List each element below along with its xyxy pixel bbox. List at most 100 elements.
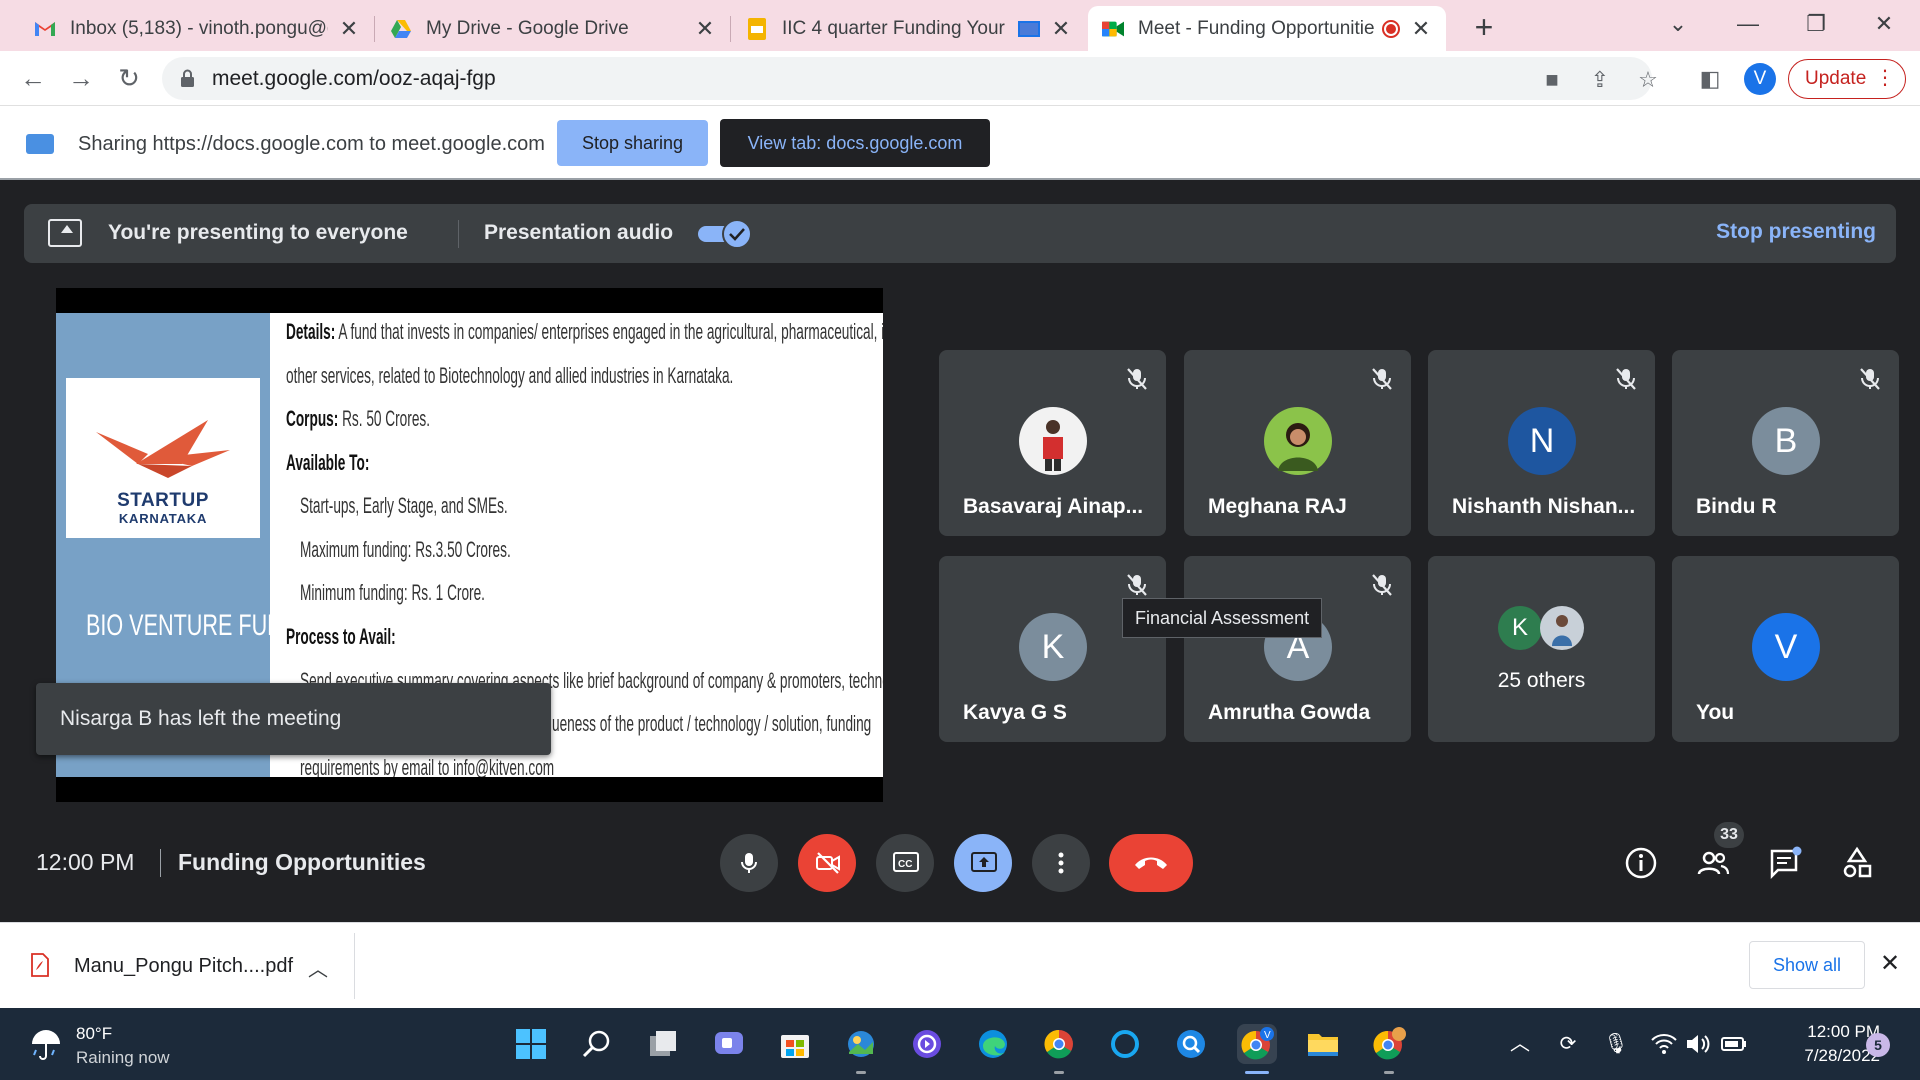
slide-line: Process to Avail: [286,624,396,649]
meet-icon [1102,18,1124,40]
chevron-up-icon[interactable]: ︿ [1506,1030,1534,1058]
stop-sharing-button[interactable]: Stop sharing [557,120,708,166]
present-screen-icon [971,852,997,872]
profile-avatar[interactable]: V [1744,63,1776,95]
participant-tile[interactable]: K 25 others [1428,556,1655,742]
people-icon[interactable] [1696,846,1730,880]
participant-tile[interactable]: N Nishanth Nishan... [1428,350,1655,536]
browser-toolbar: ← → ↻ meet.google.com/ooz-aqaj-fgp ■ ⇪ ☆… [0,51,1920,106]
avatar: B [1752,407,1820,475]
participant-tile[interactable]: V You [1672,556,1899,742]
meeting-title: Funding Opportunities [178,849,426,875]
show-all-downloads-button[interactable]: Show all [1749,941,1865,989]
microphone-button[interactable] [720,834,778,892]
weather-temperature: 80°F [76,1024,113,1043]
leave-call-button[interactable] [1109,834,1193,892]
present-now-button[interactable] [954,834,1012,892]
url-text: meet.google.com/ooz-aqaj-fgp [212,67,496,90]
notification-badge[interactable]: 5 [1866,1033,1890,1057]
kebab-menu-icon[interactable]: ⋮ [1875,60,1895,97]
new-tab-button[interactable]: + [1466,10,1502,46]
toggle-knob [722,219,752,249]
tooltip: Financial Assessment [1122,598,1323,638]
screen-share-indicator-icon [1018,20,1040,37]
divider [160,849,161,877]
bookmark-star-icon[interactable]: ☆ [1634,66,1662,94]
captions-button[interactable]: CC [876,834,934,892]
view-tab-button[interactable]: View tab: docs.google.com [720,119,990,167]
close-icon[interactable]: ✕ [338,16,360,42]
close-icon[interactable]: ✕ [694,16,716,42]
taskbar-clock-time[interactable]: 12:00 PM [1770,1022,1880,1042]
presentation-audio-toggle[interactable] [698,219,752,249]
participant-tile[interactable]: B Bindu R [1672,350,1899,536]
meeting-details-icon[interactable] [1624,846,1658,880]
minimize-icon[interactable]: — [1728,6,1768,42]
google-search-app-icon[interactable] [1171,1024,1211,1064]
chrome-profile-icon[interactable] [1369,1024,1409,1074]
participant-tile[interactable]: Meghana RAJ [1184,350,1411,536]
reload-icon[interactable]: ↻ [110,59,148,97]
windows-taskbar: 80°F Raining now V ︿ ⟳ 🎙 12:00 PM 7/28/2… [0,1008,1920,1080]
search-icon[interactable] [577,1024,617,1064]
mic-off-icon [1127,368,1147,390]
presenting-bar: You're presenting to everyone Presentati… [24,204,1896,263]
edge-browser-icon[interactable] [973,1024,1013,1064]
tab-divider [730,16,731,42]
microsoft-store-icon[interactable] [775,1024,815,1064]
photos-app-icon[interactable] [841,1024,881,1074]
rain-weather-icon[interactable] [28,1026,64,1062]
task-view-icon[interactable] [643,1024,683,1064]
restore-icon[interactable]: ❐ [1796,6,1836,42]
chat-icon[interactable] [1768,846,1802,880]
tab-gmail[interactable]: Inbox (5,183) - vinoth.pongu@gmail.com ✕ [20,6,374,51]
weather-description: Raining now [76,1048,170,1067]
file-explorer-icon[interactable] [1303,1024,1343,1064]
running-indicator [1384,1071,1394,1074]
volume-icon[interactable] [1684,1030,1712,1058]
update-label: Update [1805,68,1867,89]
power-automate-icon[interactable] [907,1024,947,1064]
microphone-tray-icon[interactable]: 🎙 [1602,1030,1630,1058]
camera-icon[interactable]: ■ [1538,66,1566,94]
battery-icon[interactable] [1720,1030,1748,1058]
bird-logo-icon [96,420,230,478]
running-indicator [1054,1071,1064,1074]
taskbar-clock-date[interactable]: 7/28/2022 [1770,1046,1880,1066]
mic-off-icon [1616,368,1636,390]
wifi-icon[interactable] [1650,1030,1678,1058]
stop-presenting-button[interactable]: Stop presenting [1716,220,1876,244]
side-panel-icon[interactable]: ◧ [1696,65,1724,93]
cortana-icon[interactable] [1105,1024,1145,1064]
start-menu-icon[interactable] [511,1024,551,1064]
more-options-button[interactable] [1032,834,1090,892]
chevron-up-icon[interactable]: ︿ [308,953,328,982]
tab-slides[interactable]: IIC 4 quarter Funding Your Startup ✕ [732,6,1086,51]
back-arrow-icon[interactable]: ← [14,59,52,97]
participant-tile[interactable]: Basavaraj Ainap... [939,350,1166,536]
share-icon[interactable]: ⇪ [1586,66,1614,94]
forward-arrow-icon[interactable]: → [62,59,100,97]
chrome-browser-icon[interactable] [1039,1024,1079,1074]
tab-meet[interactable]: Meet - Funding Opportunities ✕ [1088,6,1446,51]
tab-drive[interactable]: My Drive - Google Drive ✕ [376,6,730,51]
close-icon[interactable]: ✕ [1880,949,1900,978]
tab-title: My Drive - Google Drive [426,17,629,39]
avatar-photo [1540,606,1584,650]
teams-chat-icon[interactable] [709,1024,749,1064]
sync-icon[interactable]: ⟳ [1554,1030,1582,1058]
slide-line: Corpus: Rs. 50 Crores. [286,406,431,431]
close-window-icon[interactable]: ✕ [1864,6,1904,42]
download-file-name[interactable]: Manu_Pongu Pitch....pdf [74,955,293,978]
update-button[interactable]: Update ⋮ [1788,59,1906,99]
activities-icon[interactable] [1840,846,1874,880]
slide-line: other services, related to Biotechnology… [286,363,734,388]
participant-tile[interactable]: A Amrutha Gowda [1184,556,1411,742]
chrome-profile-v-icon[interactable]: V [1237,1024,1277,1074]
close-icon[interactable]: ✕ [1050,16,1072,42]
participant-tile[interactable]: K Kavya G S [939,556,1166,742]
tab-search-chevron-icon[interactable]: ⌄ [1658,6,1698,42]
address-bar[interactable]: meet.google.com/ooz-aqaj-fgp ■ ⇪ ☆ [162,57,1658,100]
close-icon[interactable]: ✕ [1410,16,1432,42]
camera-off-button[interactable] [798,834,856,892]
